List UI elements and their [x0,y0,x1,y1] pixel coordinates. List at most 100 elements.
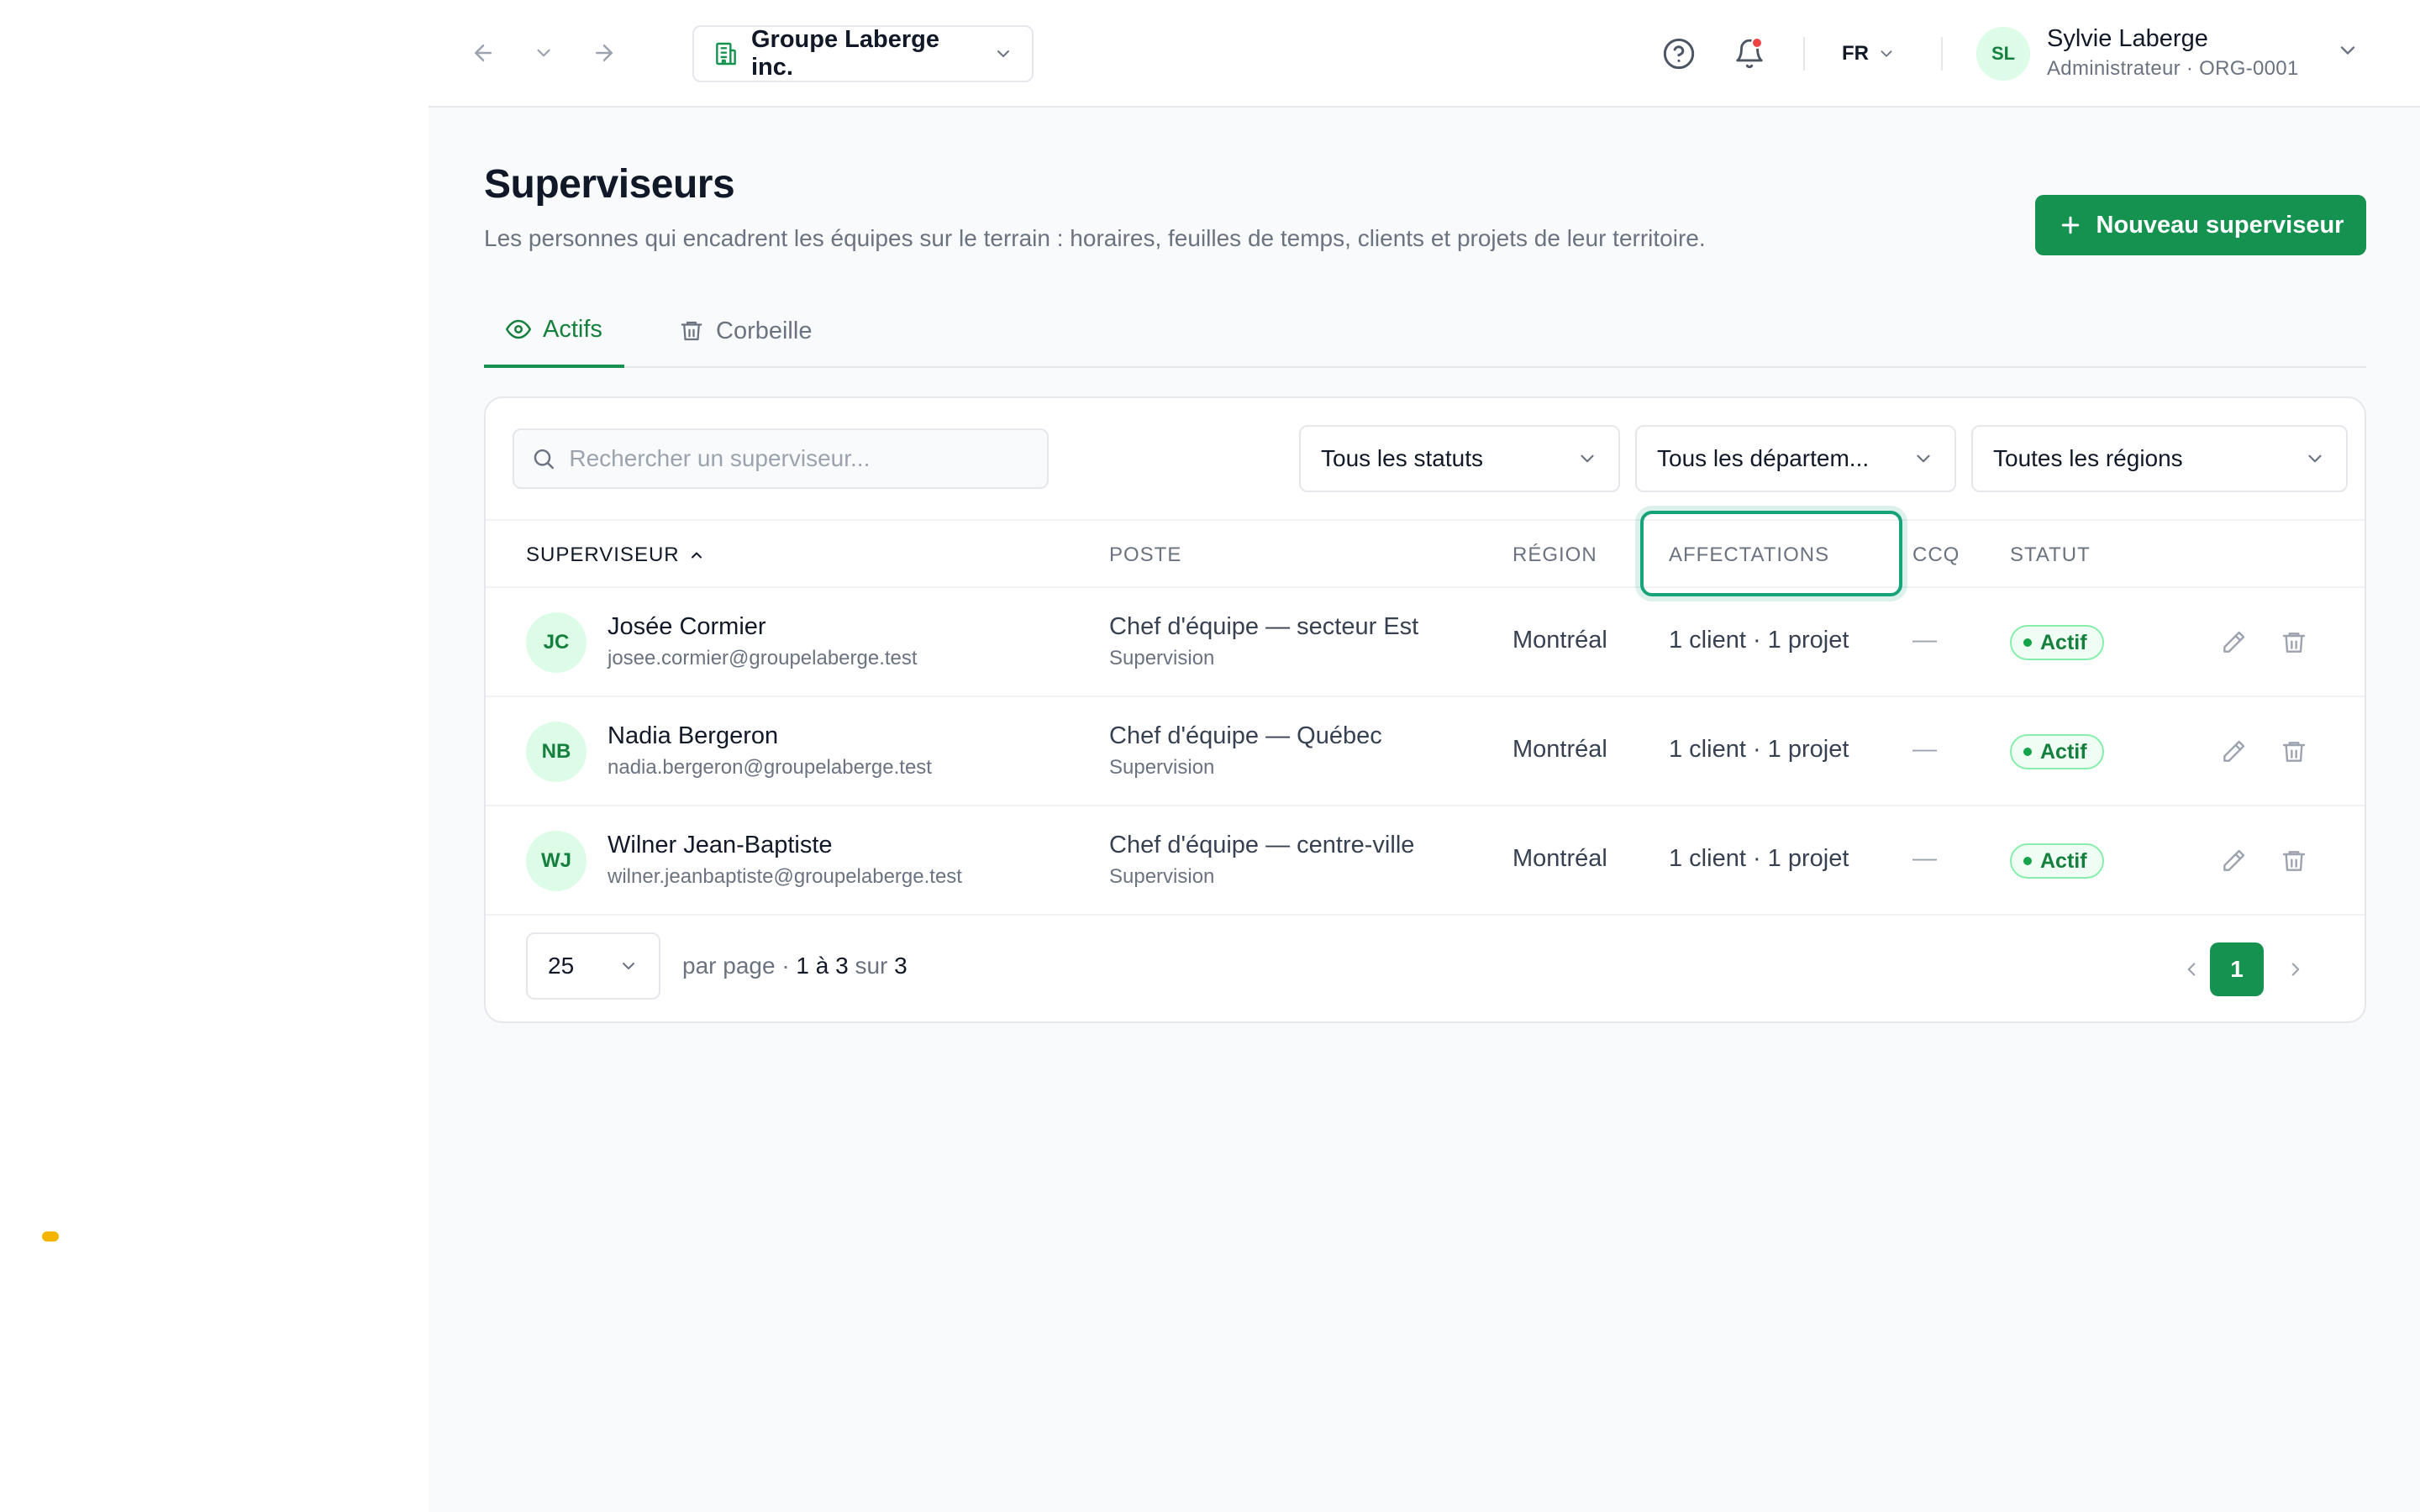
search-input[interactable] [569,445,1030,472]
supervisor-region: Montréal [1512,627,1607,654]
region-filter-value: Toutes les régions [1993,445,2183,471]
supervisor-position: Chef d'équipe — centre-ville [1109,832,1415,858]
page-title: Superviseurs [484,162,735,207]
supervisor-assignments: 1 client · 1 projet [1669,736,1849,763]
chevron-left-icon [2187,963,2196,976]
supervisor-position: Chef d'équipe — Québec [1109,722,1382,749]
supervisor-email: josee.cormier@groupelaberge.test [608,647,918,669]
tab-actifs[interactable]: Actifs [484,294,624,368]
trash-icon [2282,742,2306,762]
user-avatar[interactable]: SL [1976,27,2030,81]
edit-button[interactable] [2215,624,2252,661]
supervisor-email: wilner.jeanbaptiste@groupelaberge.test [608,865,962,888]
supervisor-email: nadia.bergeron@groupelaberge.test [608,756,932,779]
supervisor-ccq: — [1912,627,1937,654]
supervisor-assignments: 1 client · 1 projet [1669,845,1849,872]
back-button[interactable] [464,34,502,72]
pencil-icon [2223,849,2245,871]
status-badge: Actif [2010,843,2104,879]
per-page-select[interactable]: 25 [526,932,660,1000]
supervisor-department: Supervision [1109,865,1215,888]
trash-icon [681,321,702,341]
column-header-status[interactable]: STATUT [2010,521,2091,590]
arrow-left-icon [475,45,492,61]
tab-label: Corbeille [716,317,813,344]
delete-button[interactable] [2275,624,2312,661]
department-filter-select[interactable]: Tous les départem... [1635,425,1956,492]
organization-name: Groupe Laberge inc. [751,26,939,81]
status-filter-value: Tous les statuts [1321,445,1483,471]
supervisors-table-card: Tous les statuts Tous les départem... To… [484,396,2366,1023]
status-badge: Actif [2010,625,2104,660]
chevron-down-icon [2308,454,2322,463]
table-row[interactable]: JC Josée Cormier josee.cormier@groupelab… [486,588,2365,697]
pencil-icon [2223,631,2245,653]
avatar: NB [526,722,587,782]
top-bar: Groupe Laberge inc. FR SL Sylvie Laberge… [429,0,2420,108]
table-row[interactable]: WJ Wilner Jean-Baptiste wilner.jeanbapti… [486,806,2365,916]
edit-button[interactable] [2215,843,2252,879]
supervisor-assignments: 1 client · 1 projet [1669,627,1849,654]
building-icon [716,42,736,66]
language-label: FR [1842,42,1869,65]
status-badge: Actif [2010,734,2104,769]
sidebar [0,0,429,1512]
chevron-down-icon [623,963,634,969]
chevron-down-icon [997,50,1009,57]
chevron-down-icon [2340,46,2355,55]
new-supervisor-label: Nouveau superviseur [2096,211,2344,239]
forward-button[interactable] [585,34,623,72]
column-highlight-ring [1640,511,1902,596]
next-page-button[interactable] [2269,942,2323,996]
department-filter-value: Tous les départem... [1657,445,1870,471]
chevron-down-icon [1881,50,1892,57]
chevron-down-icon [537,49,550,57]
history-dropdown-button[interactable] [524,34,563,72]
column-header-supervisor[interactable]: SUPERVISEUR [526,521,705,590]
per-page-value: 25 [548,953,575,979]
new-supervisor-button[interactable]: Nouveau superviseur [2035,195,2366,255]
plus-icon [2061,216,2079,234]
help-circle-icon [1663,38,1695,70]
organization-switcher[interactable]: Groupe Laberge inc. [692,25,1034,82]
chevron-up-icon [691,552,702,559]
user-name[interactable]: Sylvie Laberge [2047,25,2208,53]
supervisor-name: Wilner Jean-Baptiste [608,832,833,858]
avatar: WJ [526,831,587,891]
delete-button[interactable] [2275,843,2312,879]
page-subtitle: Les personnes qui encadrent les équipes … [484,225,1706,251]
delete-button[interactable] [2275,733,2312,770]
search-icon [534,449,554,470]
help-button[interactable] [1659,34,1699,74]
supervisor-department: Supervision [1109,647,1215,669]
edit-button[interactable] [2215,733,2252,770]
main-content: Groupe Laberge inc. FR SL Sylvie Laberge… [429,0,2420,1512]
arrow-right-icon [596,45,613,61]
table-footer: 25 par page · 1 à 3 sur 3 1 [486,916,2365,1023]
tab-bar: Actifs Corbeille [484,294,2366,368]
tab-corbeille[interactable]: Corbeille [657,294,834,368]
table-row[interactable]: NB Nadia Bergeron nadia.bergeron@groupel… [486,697,2365,806]
notification-dot [1751,37,1763,49]
avatar: JC [526,612,587,673]
region-filter-select[interactable]: Toutes les régions [1971,425,2348,492]
column-header-position[interactable]: POSTE [1109,521,1181,590]
pencil-icon [2223,740,2245,762]
status-indicator [42,1231,59,1242]
supervisor-department: Supervision [1109,756,1215,779]
supervisor-region: Montréal [1512,736,1607,763]
search-box[interactable] [513,428,1049,489]
status-dot [2023,748,2032,756]
chevron-down-icon [1581,454,1594,463]
column-header-ccq[interactable]: CCQ [1912,521,1960,590]
notifications-button[interactable] [1729,34,1770,74]
page-button-1[interactable]: 1 [2210,942,2264,996]
language-selector[interactable]: FR [1842,37,1896,71]
user-menu-button[interactable] [2336,39,2360,62]
supervisor-ccq: — [1912,736,1937,763]
trash-icon [2282,851,2306,871]
divider [1803,37,1805,71]
status-filter-select[interactable]: Tous les statuts [1299,425,1620,492]
trash-icon [2282,633,2306,653]
column-header-region[interactable]: RÉGION [1512,521,1597,590]
